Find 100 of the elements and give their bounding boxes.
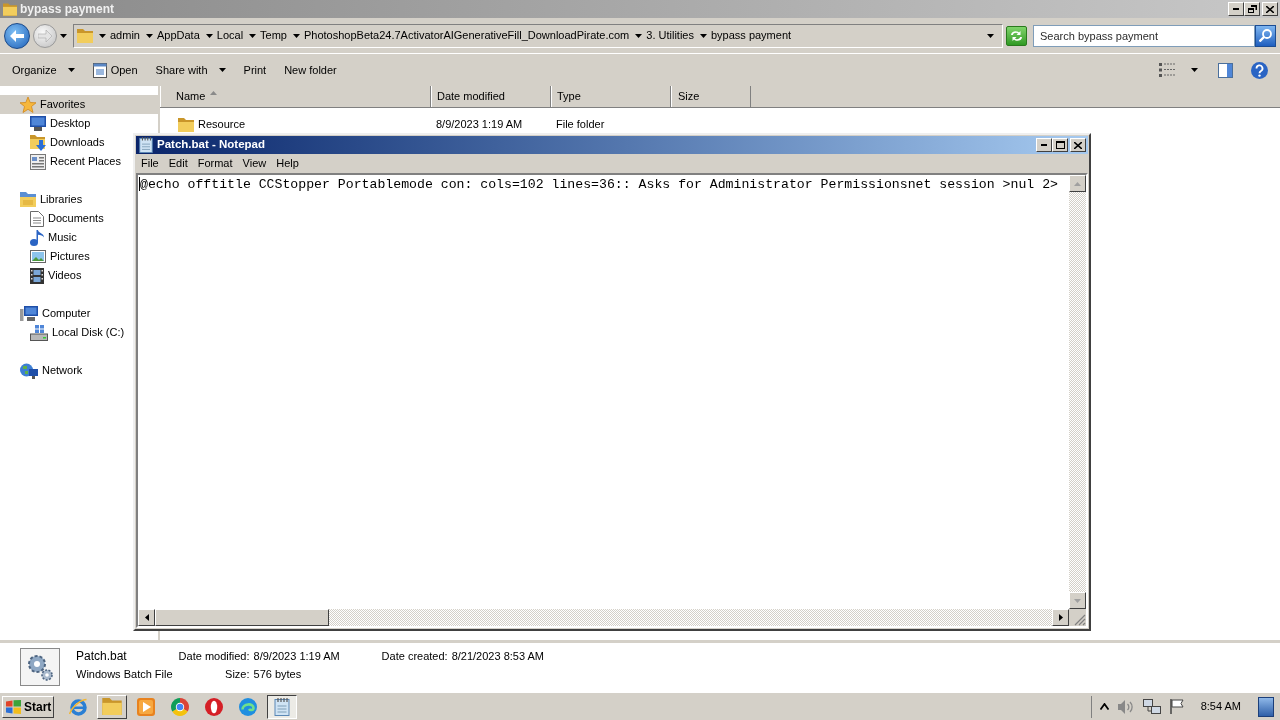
breadcrumb-item[interactable]: AppData [156, 27, 200, 44]
flag-logo-icon [6, 699, 21, 714]
caret-icon[interactable] [145, 33, 153, 38]
flag-icon[interactable] [1169, 699, 1184, 714]
window-title: bypass payment [20, 1, 115, 18]
breadcrumb-item[interactable]: bypass payment [710, 27, 792, 44]
file-name[interactable]: Resource [198, 116, 246, 133]
detail-value: 8/9/2023 1:19 AM [253, 650, 340, 663]
preview-pane-icon[interactable] [1218, 62, 1233, 78]
date-modified-cell: 8/9/2023 1:19 AM [436, 118, 523, 131]
caret-icon[interactable] [293, 33, 300, 38]
detail-label: Date modified: [178, 650, 250, 663]
detail-value: 8/21/2023 8:53 AM [451, 650, 544, 663]
breadcrumb-item[interactable]: admin [110, 27, 140, 44]
nav-item[interactable]: Libraries [0, 190, 87, 209]
scroll-left-button[interactable] [138, 609, 155, 626]
folder-icon [102, 698, 122, 715]
window-icon [92, 62, 107, 78]
toolbar-button[interactable]: New folder [278, 58, 343, 82]
caret-icon[interactable] [205, 33, 213, 38]
start-button[interactable]: Start [2, 695, 54, 718]
search-button[interactable] [1255, 24, 1276, 47]
maximize-button[interactable] [1052, 138, 1068, 152]
breadcrumb-item[interactable]: 3. Utilities [646, 27, 694, 44]
breadcrumb-item[interactable]: PhotoshopBeta24.7ActivatorAIGenerativeFill_DownloadPirate.com [304, 27, 630, 44]
vertical-scrollbar[interactable] [1069, 175, 1086, 609]
nav-item[interactable]: Desktop [0, 114, 95, 133]
scrollbar-thumb[interactable] [155, 609, 329, 626]
menu-item[interactable]: Format [192, 155, 238, 172]
browser-e-icon [69, 697, 87, 716]
column-header[interactable]: Date modified [431, 86, 551, 107]
nav-item[interactable]: Local Disk (C:) [0, 323, 129, 342]
close-icon [1074, 141, 1082, 149]
list-view-icon[interactable] [1159, 63, 1175, 77]
scroll-up-button[interactable] [1069, 175, 1086, 192]
breadcrumb-item[interactable]: Local [216, 27, 244, 44]
menu-item[interactable]: Edit [163, 155, 193, 172]
show-desktop-button[interactable] [1258, 696, 1274, 717]
column-header[interactable]: Size [671, 86, 751, 107]
detail-label: Date created: [381, 650, 448, 663]
arrow-right-icon [38, 29, 52, 42]
nav-item[interactable]: Computer [0, 304, 95, 323]
minimize-button[interactable] [1228, 2, 1244, 16]
address-bar[interactable]: admin AppData Local Temp PhotoshopBeta24.7ActivatorAIGenerativeFill_DownloadPirate.com 3. Utilities bypass payment [73, 23, 1003, 48]
chevron-up-icon[interactable] [1099, 703, 1109, 710]
clock[interactable]: 8:54 AM [1200, 698, 1241, 715]
nav-item[interactable]: Pictures [0, 247, 94, 266]
scroll-down-button[interactable] [1069, 592, 1086, 609]
nav-item[interactable]: Videos [0, 266, 86, 285]
caret-icon[interactable] [635, 33, 643, 38]
search-icon [1259, 29, 1272, 42]
swirl-icon [239, 697, 257, 716]
column-header[interactable]: Name [160, 86, 431, 107]
nav-item[interactable]: Recent Places [0, 152, 125, 171]
minimize-button[interactable] [1036, 138, 1052, 152]
up-arrow-icon [1074, 181, 1081, 186]
nav-item[interactable]: Music [0, 228, 81, 247]
detail-value: 576 bytes [253, 668, 303, 681]
arrow-left-icon [10, 29, 24, 42]
minimize-icon [1041, 144, 1047, 146]
picture-icon [30, 250, 46, 263]
toolbar-button[interactable]: Print [237, 58, 273, 82]
caret-icon[interactable] [249, 33, 257, 38]
resize-grip-icon[interactable] [1074, 614, 1086, 626]
refresh-button[interactable] [1006, 25, 1027, 46]
network-status-icon[interactable] [1142, 698, 1161, 715]
caret-icon[interactable] [99, 33, 106, 38]
toolbar-button[interactable]: Open [86, 58, 144, 82]
caret-icon[interactable] [60, 33, 67, 38]
nav-item[interactable]: Downloads [0, 133, 109, 152]
notebook-icon [273, 697, 291, 716]
close-button[interactable] [1070, 138, 1086, 152]
restore-button[interactable] [1244, 2, 1260, 16]
library-icon [20, 192, 36, 207]
nav-item[interactable]: Documents [0, 209, 108, 228]
toolbar-button[interactable]: Share with [149, 58, 232, 82]
caret-icon[interactable] [699, 33, 707, 38]
caret-icon[interactable] [987, 33, 994, 38]
menu-item[interactable]: Help [271, 155, 304, 172]
caret-icon[interactable] [1191, 68, 1198, 72]
toolbar-button[interactable]: Organize [6, 58, 81, 82]
caret-icon [67, 68, 75, 72]
folder-download-icon [30, 134, 46, 151]
menu-item[interactable]: View [237, 155, 272, 172]
close-button[interactable] [1262, 2, 1278, 16]
horizontal-scrollbar[interactable] [138, 609, 1069, 626]
play-icon [137, 697, 155, 716]
scroll-right-button[interactable] [1052, 609, 1069, 626]
nav-item[interactable]: Favorites [0, 95, 158, 114]
breadcrumb-item[interactable]: Temp [260, 27, 287, 44]
taskbar-button[interactable] [267, 694, 297, 719]
text-editor[interactable]: @echo offtitle CCStopper Portablemode con: cols=102 lines=36:: Asks for Administrator Permissionsnet session >nul 2> [138, 175, 1069, 609]
minimize-icon [1233, 8, 1239, 10]
search-field[interactable]: Search bypass payment [1033, 24, 1255, 47]
menu-item[interactable]: File [136, 155, 164, 172]
column-header[interactable]: Type [551, 86, 671, 107]
back-button[interactable] [4, 22, 30, 49]
help-icon[interactable] [1251, 61, 1268, 79]
nav-item[interactable]: Network [0, 361, 87, 380]
ring-icon [205, 697, 223, 716]
